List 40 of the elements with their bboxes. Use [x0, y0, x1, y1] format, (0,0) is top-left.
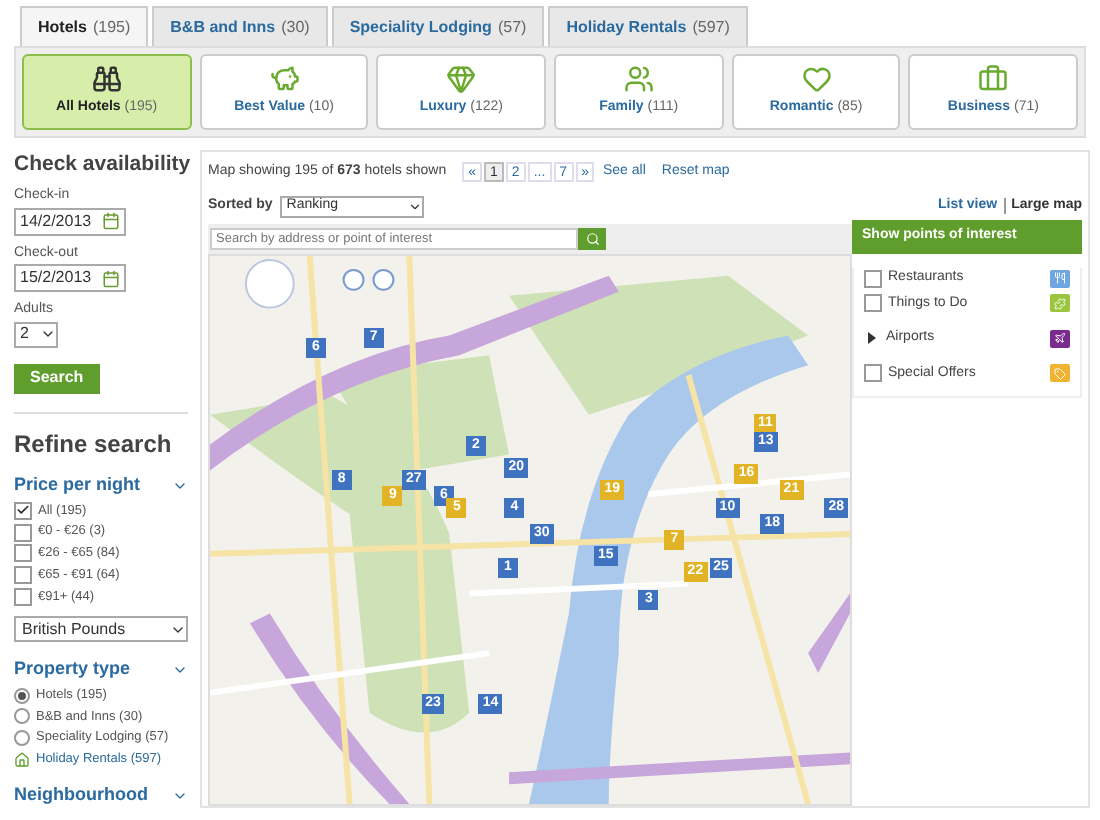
checkbox[interactable]: [864, 269, 882, 288]
calendar-icon[interactable]: [102, 269, 120, 287]
tab[interactable]: Hotels (195): [20, 6, 149, 46]
checkbox[interactable]: [14, 566, 32, 585]
briefcase-icon: [978, 64, 1009, 95]
caret-icon: [408, 199, 423, 213]
tab[interactable]: B&B and Inns (30): [152, 6, 328, 46]
radio-button[interactable]: [14, 730, 30, 747]
checkbox[interactable]: [14, 587, 32, 606]
search-icon: [585, 232, 599, 246]
checkout-field[interactable]: 15/2/2013: [14, 264, 126, 292]
checkbox[interactable]: [14, 501, 32, 520]
section-title: Check availability: [14, 150, 191, 178]
checkin-field[interactable]: 14/2/2013: [14, 207, 126, 235]
piggy-bank-icon: [269, 64, 299, 95]
heart-icon: [801, 64, 832, 95]
people-icon: [623, 64, 654, 95]
gem-icon: [446, 64, 477, 95]
tab[interactable]: Holiday Rentals (597): [548, 6, 748, 46]
adults-select[interactable]: 2: [14, 321, 58, 347]
currency-select[interactable]: British Pounds: [14, 616, 188, 643]
house-icon: [14, 751, 30, 768]
search-button[interactable]: Search: [14, 363, 100, 393]
checkbox[interactable]: [864, 294, 882, 313]
search-button[interactable]: [578, 228, 606, 250]
binoculars-icon: [91, 64, 122, 95]
caret-icon: [40, 326, 56, 342]
section-title: Refine search: [14, 428, 174, 462]
checkbox[interactable]: [864, 364, 882, 383]
checkbox[interactable]: [14, 523, 32, 542]
filter-heading[interactable]: Neighbourhood: [14, 781, 148, 809]
collapse-icon[interactable]: [172, 662, 188, 678]
tab[interactable]: Speciality Lodging (57): [331, 6, 545, 46]
checkbox[interactable]: [14, 544, 32, 563]
filter-heading[interactable]: Property type: [14, 656, 131, 684]
calendar-icon[interactable]: [102, 212, 120, 230]
filter-heading[interactable]: Price per night: [14, 472, 141, 499]
radio-button[interactable]: [14, 708, 30, 725]
radio-button[interactable]: [14, 687, 30, 704]
expand-arrow-icon[interactable]: [868, 332, 876, 345]
